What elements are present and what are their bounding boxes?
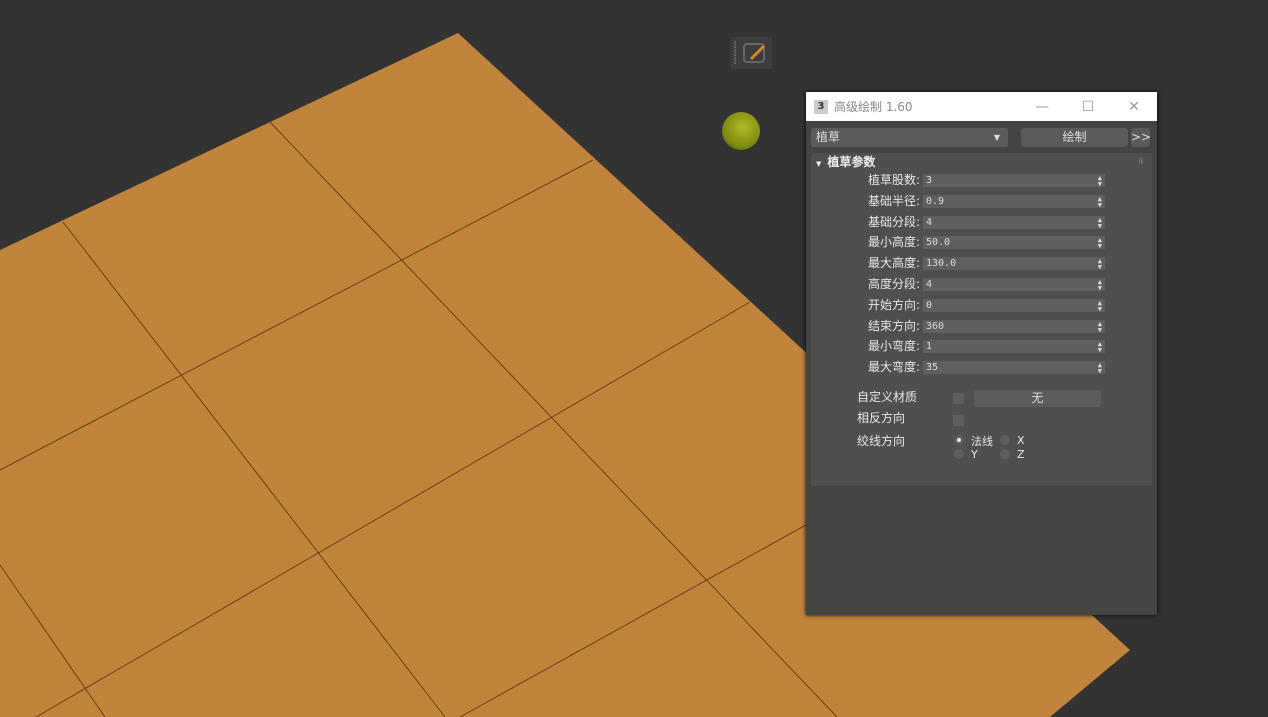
paint-tool-button[interactable] [731,37,772,69]
drag-handle-icon[interactable]: ⠿ [1138,153,1144,171]
expand-button[interactable]: >> [1131,128,1151,147]
minimize-button[interactable]: — [1019,99,1065,115]
param-value: 360 [926,320,945,332]
param-row: 最大弯度: 35 ▲ ▼ [811,359,1152,375]
collapse-icon: ▼ [816,160,822,168]
param-row: 基础分段: 4 ▲ ▼ [811,214,1152,230]
grass-params-rollout: ▼ 植草参数 ⠿ 植草股数: 3 ▲ ▼ 基础半径: 0.9 ▲ ▼ 基础分段: 4 ▲ ▼ 最小高度: 50… [811,153,1152,486]
advanced-paint-dialog: 3 高级绘制 1.60 — ☐ ✕ 植草 ▼ 绘制 >> ▼ 植草参数 ⠿ 植草股数:… [806,92,1157,615]
title-bar[interactable]: 3 高级绘制 1.60 — ☐ ✕ [806,92,1157,121]
param-label: 基础半径: [867,193,920,208]
reverse-direction-checkbox[interactable] [953,415,964,426]
param-spinner[interactable]: 50.0 ▲ ▼ [923,236,1105,250]
app-icon: 3 [814,99,828,114]
param-label: 基础分段: [867,214,920,229]
param-value: 130.0 [926,258,957,270]
radio-normal-label: 法线 [971,435,993,448]
radio-y-label: Y [971,448,978,461]
spinner-arrows-icon[interactable]: ▲ ▼ [1098,340,1102,354]
param-row: 结束方向: 360 ▲ ▼ [811,318,1152,334]
param-row: 植草股数: 3 ▲ ▼ [811,172,1152,188]
param-spinner[interactable]: 1 ▲ ▼ [923,340,1105,354]
param-spinner[interactable]: 3 ▲ ▼ [923,174,1105,188]
param-spinner[interactable]: 0 ▲ ▼ [923,298,1105,312]
custom-material-checkbox[interactable] [953,393,964,404]
rollout-header[interactable]: ▼ 植草参数 ⠿ [811,153,1152,171]
param-value: 35 [926,362,939,374]
param-spinner[interactable]: 0.9 ▲ ▼ [923,194,1105,208]
spinner-arrows-icon[interactable]: ▲ ▼ [1098,299,1102,312]
param-label: 高度分段: [867,277,920,291]
draw-button[interactable]: 绘制 [1021,128,1128,147]
param-label: 最小弯度: [867,339,920,354]
chevron-down-icon: ▼ [993,133,1000,142]
radio-z[interactable] [1000,449,1010,459]
param-label: 最小高度: [867,235,920,250]
param-value: 0.9 [926,195,945,207]
spinner-arrows-icon[interactable]: ▲ ▼ [1098,320,1102,333]
spinner-arrows-icon[interactable]: ▲ ▼ [1098,257,1102,271]
param-label: 结束方向: [867,318,920,333]
param-value: 4 [926,216,933,228]
type-value: 植草 [816,130,841,144]
param-spinner[interactable]: 130.0 ▲ ▼ [923,257,1105,271]
maximize-button[interactable]: ☐ [1065,99,1111,115]
rollout-title: 植草参数 [827,155,876,169]
material-button[interactable]: 无 [974,390,1101,407]
param-label: 最大高度: [867,256,920,271]
custom-material-label: 自定义材质 [857,390,918,404]
param-value: 50.0 [926,237,951,249]
param-row: 基础半径: 0.9 ▲ ▼ [811,193,1152,209]
spinner-arrows-icon[interactable]: ▲ ▼ [1098,174,1102,188]
param-label: 植草股数: [867,173,920,187]
param-value: 3 [926,175,933,186]
param-value: 0 [926,299,933,311]
spinner-arrows-icon[interactable]: ▲ ▼ [1098,278,1102,292]
radio-z-label: Z [1017,448,1025,461]
radio-x-label: X [1017,434,1025,447]
twist-direction-label: 绞线方向 [857,434,906,448]
param-label: 开始方向: [867,297,920,312]
radio-x[interactable] [1000,435,1010,445]
window-title: 高级绘制 1.60 [834,100,913,114]
param-row: 高度分段: 4 ▲ ▼ [811,276,1152,292]
param-row: 最小弯度: 1 ▲ ▼ [811,338,1152,354]
radio-normal[interactable] [954,435,964,445]
close-button[interactable]: ✕ [1111,99,1157,115]
spinner-arrows-icon[interactable]: ▲ ▼ [1098,361,1102,375]
param-row: 开始方向: 0 ▲ ▼ [811,297,1152,313]
param-spinner[interactable]: 4 ▲ ▼ [923,215,1105,229]
param-row: 最大高度: 130.0 ▲ ▼ [811,255,1152,271]
param-row: 最小高度: 50.0 ▲ ▼ [811,234,1152,250]
reverse-direction-label: 相反方向 [857,411,906,425]
type-dropdown[interactable]: 植草 ▼ [811,128,1008,147]
grass-sphere-object[interactable] [722,112,760,150]
spinner-arrows-icon[interactable]: ▲ ▼ [1098,236,1102,250]
param-spinner[interactable]: 35 ▲ ▼ [923,361,1105,375]
spinner-arrows-icon[interactable]: ▲ ▼ [1098,216,1102,229]
param-value: 4 [926,279,933,290]
param-spinner[interactable]: 360 ▲ ▼ [923,319,1105,333]
radio-y[interactable] [954,449,964,459]
spinner-arrows-icon[interactable]: ▲ ▼ [1098,195,1102,208]
param-label: 最大弯度: [867,360,920,375]
param-value: 1 [926,341,933,353]
param-spinner[interactable]: 4 ▲ ▼ [923,278,1105,292]
